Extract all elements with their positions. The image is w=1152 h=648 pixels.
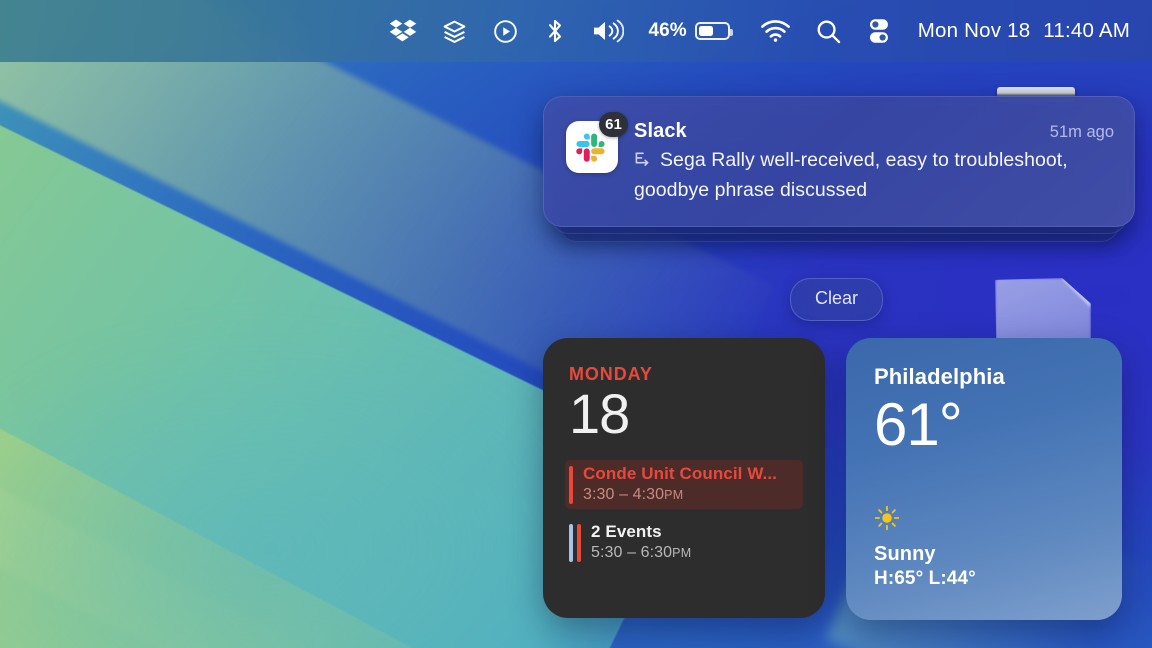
wifi-icon[interactable] [740,0,803,62]
search-icon[interactable] [803,0,854,62]
weather-temperature: 61° [874,391,963,458]
battery-status[interactable]: 46% [636,20,739,42]
menu-bar-date: Mon Nov 18 [917,19,1031,42]
notification-stack[interactable]: 61 Slack 51m ago Sega Rally well-receive… [543,96,1135,242]
event-time-ampm: PM [672,546,692,561]
layers-icon[interactable] [429,0,480,62]
notification-app-name: Slack [634,120,687,142]
control-center-icon[interactable] [854,0,904,62]
calendar-widget[interactable]: MONDAY 18 Conde Unit Council W... 3:30 –… [543,338,825,618]
event-title: Conde Unit Council W... [583,464,778,484]
sun-icon [874,505,900,531]
event-title: 2 Events [591,522,662,542]
clear-button[interactable]: Clear [790,278,884,321]
event-time-ampm: PM [664,488,684,503]
event-color-bar [569,466,573,505]
slack-notification[interactable]: 61 Slack 51m ago Sega Rally well-receive… [543,96,1135,228]
event-time-range: 5:30 – 6:30 [591,544,673,562]
notification-message: Sega Rally well-received, easy to troubl… [634,147,1114,204]
weather-city: Philadelphia [874,364,1005,389]
notification-header: Slack 51m ago [634,120,1114,143]
slack-app-icon-wrapper: 61 [566,112,628,173]
notification-badge-count: 61 [599,112,628,137]
event-color-bars [569,522,581,563]
event-color-bar [577,524,581,563]
play-circle-icon[interactable] [480,0,531,62]
dropbox-icon[interactable] [377,0,429,62]
menu-bar-clock[interactable]: Mon Nov 18 11:40 AM [904,19,1130,43]
event-text: Conde Unit Council W... 3:30 – 4:30PM [583,464,795,504]
calendar-day-number: 18 [569,382,630,445]
notification-timestamp: 51m ago [1049,123,1114,141]
event-time-range: 3:30 – 4:30 [583,486,665,504]
notification-message-text: Sega Rally well-received, easy to troubl… [634,149,1068,201]
weather-high-low: H:65° L:44° [874,568,976,589]
event-color-bar [569,524,573,563]
calendar-event-row[interactable]: 2 Events 5:30 – 6:30PM [569,518,803,567]
battery-fill [698,26,714,36]
event-time: 5:30 – 6:30PM [591,544,795,562]
menu-bar-time: 11:40 AM [1043,19,1130,42]
bluetooth-icon[interactable] [531,0,579,62]
weather-condition: Sunny [874,543,936,565]
battery-icon [694,22,733,40]
battery-percentage: 46% [648,20,687,41]
weather-conditions-block: Sunny H:65° L:44° [874,505,976,590]
event-time: 3:30 – 4:30PM [583,486,795,504]
notification-body: Slack 51m ago Sega Rally well-received, … [634,119,1114,204]
menu-bar: 46% Mon Nov 18 11:40 AM [0,0,1152,62]
event-text: 2 Events 5:30 – 6:30PM [591,522,795,562]
volume-icon[interactable] [579,0,636,62]
event-color-bars [569,464,573,505]
calendar-event-row[interactable]: Conde Unit Council W... 3:30 – 4:30PM [565,460,803,510]
menu-bar-status-items: 46% Mon Nov 18 11:40 AM [377,0,1130,62]
calendar-event-list: Conde Unit Council W... 3:30 – 4:30PM 2 … [565,460,803,567]
weather-widget[interactable]: Philadelphia 61° Sunny H:65° L:44° [846,338,1122,620]
thread-reply-icon [634,149,653,177]
